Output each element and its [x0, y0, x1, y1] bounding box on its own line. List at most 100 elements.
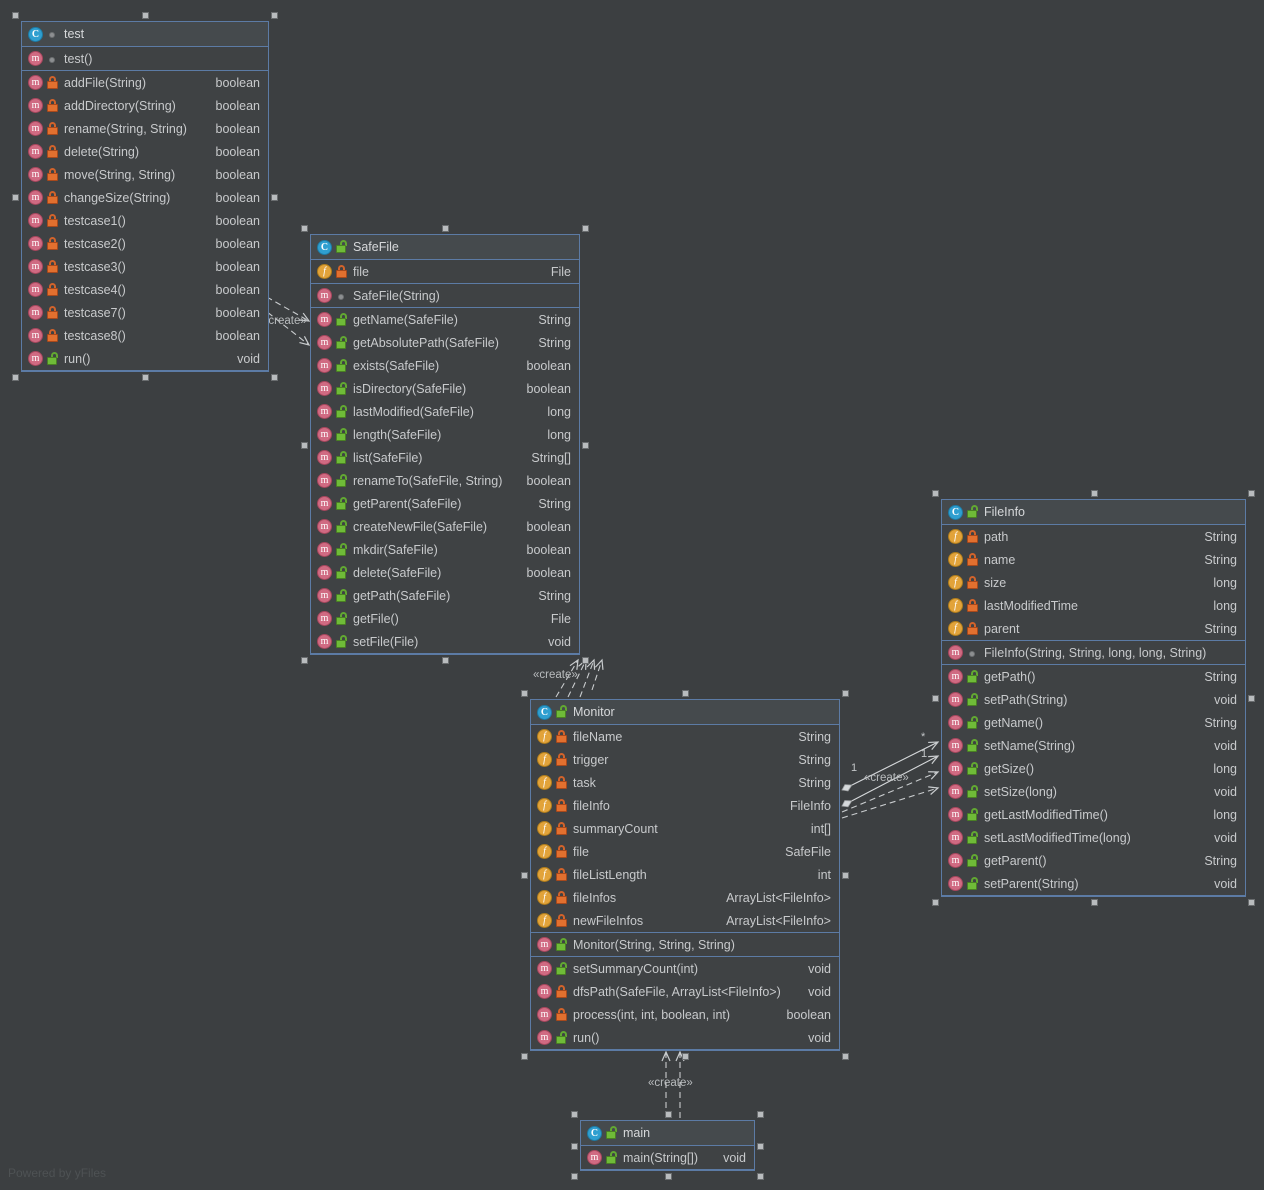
- field-row[interactable]: fileListLength int: [531, 863, 839, 886]
- field-row[interactable]: path String: [942, 525, 1245, 548]
- constructor-row[interactable]: SafeFile(String): [311, 284, 579, 307]
- resize-handle-se[interactable]: [1248, 899, 1255, 906]
- class-node-fileinfo[interactable]: FileInfopathStringnameStringsizelonglast…: [932, 490, 1255, 906]
- resize-handle-e[interactable]: [1248, 695, 1255, 702]
- method-row[interactable]: getPath() String: [942, 665, 1245, 688]
- class-title-row[interactable]: SafeFile: [311, 235, 579, 259]
- resize-handle-sw[interactable]: [521, 1053, 528, 1060]
- method-row[interactable]: createNewFile(SafeFile) boolean: [311, 515, 579, 538]
- class-node-safefile[interactable]: SafeFile file File SafeFile(String) getName(…: [301, 225, 589, 664]
- method-row[interactable]: setPath(String) void: [942, 688, 1245, 711]
- resize-handle-se[interactable]: [271, 374, 278, 381]
- method-row[interactable]: getLastModifiedTime() long: [942, 803, 1245, 826]
- method-row[interactable]: process(int, int, boolean, int) boolean: [531, 1003, 839, 1026]
- resize-handle-se[interactable]: [842, 1053, 849, 1060]
- resize-handle-w[interactable]: [571, 1142, 578, 1150]
- method-row[interactable]: setSummaryCount(int) void: [531, 957, 839, 980]
- method-row[interactable]: mkdir(SafeFile) boolean: [311, 538, 579, 561]
- resize-handle-ne[interactable]: [842, 690, 849, 697]
- method-row[interactable]: length(SafeFile) long: [311, 423, 579, 446]
- field-row[interactable]: fileName String: [531, 725, 839, 748]
- resize-handle-sw[interactable]: [932, 899, 939, 906]
- method-row[interactable]: getSize() long: [942, 757, 1245, 780]
- method-row[interactable]: run() void: [531, 1026, 839, 1049]
- resize-handle-w[interactable]: [521, 872, 528, 879]
- field-row[interactable]: name String: [942, 548, 1245, 571]
- field-row[interactable]: parent String: [942, 617, 1245, 640]
- resize-handle-se[interactable]: [582, 657, 589, 664]
- resize-handle-sw[interactable]: [571, 1173, 578, 1180]
- method-row[interactable]: isDirectory(SafeFile) boolean: [311, 377, 579, 400]
- method-row[interactable]: testcase4() boolean: [22, 278, 268, 301]
- resize-handle-w[interactable]: [301, 441, 308, 449]
- method-row[interactable]: lastModified(SafeFile) long: [311, 400, 579, 423]
- method-row[interactable]: getName() String: [942, 711, 1245, 734]
- class-title-row[interactable]: test: [22, 22, 268, 46]
- method-row[interactable]: list(SafeFile) String[]: [311, 446, 579, 469]
- resize-handle-nw[interactable]: [12, 12, 19, 19]
- field-row[interactable]: summaryCount int[]: [531, 817, 839, 840]
- field-row[interactable]: file SafeFile: [531, 840, 839, 863]
- resize-handle-sw[interactable]: [301, 657, 308, 664]
- method-row[interactable]: getFile() File: [311, 607, 579, 630]
- method-row[interactable]: dfsPath(SafeFile, ArrayList<FileInfo>) vo…: [531, 980, 839, 1003]
- method-row[interactable]: testcase8() boolean: [22, 324, 268, 347]
- method-row[interactable]: setLastModifiedTime(long) void: [942, 826, 1245, 849]
- resize-handle-n[interactable]: [1090, 490, 1098, 497]
- resize-handle-w[interactable]: [932, 695, 939, 702]
- resize-handle-sw[interactable]: [12, 374, 19, 381]
- field-row[interactable]: file File: [311, 260, 579, 283]
- resize-handle-e[interactable]: [271, 193, 278, 201]
- method-row[interactable]: addFile(String) boolean: [22, 71, 268, 94]
- method-row[interactable]: getName(SafeFile) String: [311, 308, 579, 331]
- constructor-row[interactable]: FileInfo(String, String, long, long, Str…: [942, 641, 1245, 664]
- resize-handle-e[interactable]: [842, 872, 849, 879]
- resize-handle-nw[interactable]: [932, 490, 939, 497]
- method-row[interactable]: delete(SafeFile) boolean: [311, 561, 579, 584]
- field-row[interactable]: fileInfo FileInfo: [531, 794, 839, 817]
- class-node-main[interactable]: main main(String[]) void: [571, 1111, 764, 1180]
- class-node-test[interactable]: testtest()addFile(String)booleanaddDirec…: [12, 12, 278, 381]
- method-row[interactable]: addDirectory(String) boolean: [22, 94, 268, 117]
- method-row[interactable]: changeSize(String) boolean: [22, 186, 268, 209]
- field-row[interactable]: fileInfos ArrayList<FileInfo>: [531, 886, 839, 909]
- resize-handle-ne[interactable]: [582, 225, 589, 232]
- method-row[interactable]: setParent(String) void: [942, 872, 1245, 895]
- field-row[interactable]: lastModifiedTime long: [942, 594, 1245, 617]
- method-row[interactable]: getAbsolutePath(SafeFile) String: [311, 331, 579, 354]
- method-row[interactable]: testcase1() boolean: [22, 209, 268, 232]
- resize-handle-ne[interactable]: [757, 1111, 764, 1118]
- method-row[interactable]: delete(String) boolean: [22, 140, 268, 163]
- method-row[interactable]: main(String[]) void: [581, 1146, 754, 1169]
- resize-handle-e[interactable]: [582, 441, 589, 449]
- method-row[interactable]: setSize(long) void: [942, 780, 1245, 803]
- method-row[interactable]: testcase3() boolean: [22, 255, 268, 278]
- class-node-monitor[interactable]: Monitor fileName String trigger String task St…: [521, 690, 849, 1060]
- resize-handle-s[interactable]: [682, 1053, 689, 1060]
- resize-handle-s[interactable]: [142, 374, 149, 381]
- method-row[interactable]: setFile(File) void: [311, 630, 579, 653]
- field-row[interactable]: size long: [942, 571, 1245, 594]
- resize-handle-s[interactable]: [664, 1173, 672, 1180]
- class-title-row[interactable]: FileInfo: [942, 500, 1245, 524]
- method-row[interactable]: exists(SafeFile) boolean: [311, 354, 579, 377]
- resize-handle-n[interactable]: [664, 1111, 672, 1118]
- method-row[interactable]: getParent(SafeFile) String: [311, 492, 579, 515]
- resize-handle-ne[interactable]: [271, 12, 278, 19]
- class-title-row[interactable]: Monitor: [531, 700, 839, 724]
- method-row[interactable]: testcase2() boolean: [22, 232, 268, 255]
- resize-handle-nw[interactable]: [571, 1111, 578, 1118]
- method-row[interactable]: testcase7() boolean: [22, 301, 268, 324]
- method-row[interactable]: setName(String) void: [942, 734, 1245, 757]
- method-row[interactable]: run() void: [22, 347, 268, 370]
- resize-handle-se[interactable]: [757, 1173, 764, 1180]
- field-row[interactable]: trigger String: [531, 748, 839, 771]
- constructor-row[interactable]: test(): [22, 47, 268, 70]
- resize-handle-ne[interactable]: [1248, 490, 1255, 497]
- resize-handle-n[interactable]: [442, 225, 449, 232]
- method-row[interactable]: move(String, String) boolean: [22, 163, 268, 186]
- method-row[interactable]: rename(String, String) boolean: [22, 117, 268, 140]
- method-row[interactable]: getParent() String: [942, 849, 1245, 872]
- resize-handle-nw[interactable]: [301, 225, 308, 232]
- class-title-row[interactable]: main: [581, 1121, 754, 1145]
